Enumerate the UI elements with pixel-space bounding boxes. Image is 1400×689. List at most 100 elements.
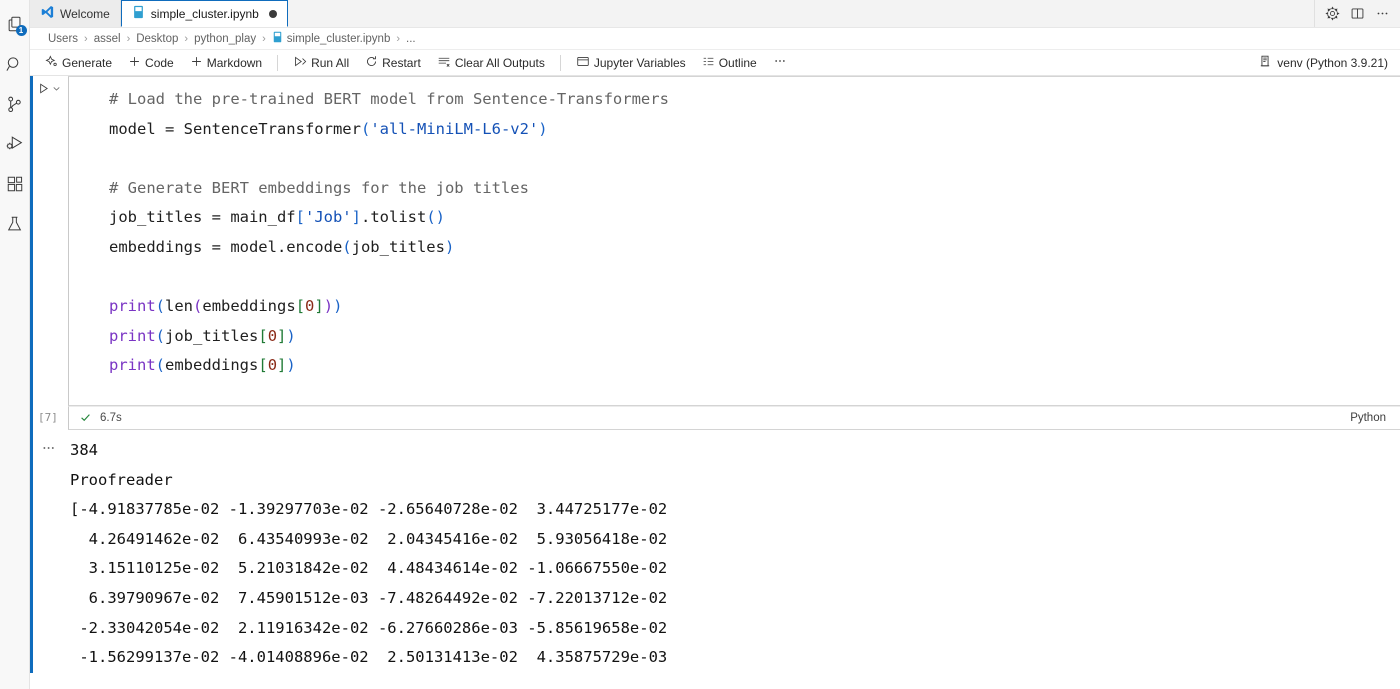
run-all-button[interactable]: Run All bbox=[286, 53, 356, 73]
generate-label: Generate bbox=[62, 55, 113, 70]
generate-button[interactable]: Generate bbox=[38, 53, 119, 73]
code-token: job_titles bbox=[165, 326, 259, 345]
breadcrumb-separator: › bbox=[126, 32, 131, 45]
sidebar-item-extensions[interactable] bbox=[0, 164, 30, 204]
markdown-label: Markdown bbox=[206, 55, 263, 70]
sidebar-item-explorer[interactable]: 1 bbox=[0, 4, 30, 44]
execution-count: [7] bbox=[38, 411, 58, 424]
clear-all-outputs-button[interactable]: Clear All Outputs bbox=[430, 53, 552, 73]
sidebar-item-source-control[interactable] bbox=[0, 84, 30, 124]
toolbar-more-button[interactable] bbox=[766, 52, 794, 73]
add-code-cell-button[interactable]: Code bbox=[121, 53, 181, 73]
cell-selected-indicator bbox=[30, 76, 33, 406]
toolbar-divider bbox=[277, 54, 279, 71]
notebook-toolbar: Generate Code Markdown Run All Restart C… bbox=[30, 50, 1400, 76]
breadcrumb-item-0[interactable]: Users bbox=[48, 33, 78, 45]
sidebar-item-run-and-debug[interactable] bbox=[0, 124, 30, 164]
jupyter-variables-button[interactable]: Jupyter Variables bbox=[569, 53, 693, 73]
outline-button[interactable]: Outline bbox=[695, 53, 764, 73]
execution-duration: 6.7s bbox=[100, 412, 122, 424]
code-token: ( bbox=[193, 297, 203, 316]
kernel-selector[interactable]: venv (Python 3.9.21) bbox=[1258, 54, 1400, 71]
code-token: ) bbox=[286, 326, 296, 345]
tab-bar: Welcome simple_cluster.ipynb bbox=[30, 0, 1400, 28]
kernel-icon bbox=[1258, 54, 1272, 71]
tab-welcome[interactable]: Welcome bbox=[30, 0, 121, 27]
cell-content: # Load the pre-trained BERT model from S… bbox=[68, 76, 1400, 406]
code-editor[interactable]: # Load the pre-trained BERT model from S… bbox=[68, 76, 1400, 406]
code-token: len bbox=[165, 297, 194, 316]
execution-count-gutter: [7] bbox=[30, 406, 68, 430]
breadcrumb-item-1[interactable]: assel bbox=[94, 33, 121, 45]
code-token: ] bbox=[277, 356, 287, 375]
sidebar-item-testing[interactable] bbox=[0, 204, 30, 244]
code-text[interactable]: # Load the pre-trained BERT model from S… bbox=[69, 85, 1400, 381]
code-token: [ bbox=[258, 326, 268, 345]
variables-table-icon bbox=[576, 55, 590, 71]
output-more-actions[interactable] bbox=[30, 436, 68, 673]
code-token: 'Job' bbox=[304, 208, 352, 227]
run-debug-icon bbox=[5, 134, 25, 154]
run-cell-button[interactable] bbox=[37, 82, 62, 95]
breadcrumb-separator: › bbox=[84, 32, 88, 45]
activity-bar: 1 bbox=[0, 0, 30, 689]
code-token: embeddings = model.encode bbox=[109, 237, 343, 256]
success-check-icon bbox=[79, 411, 92, 426]
code-token: embeddings bbox=[202, 297, 296, 316]
code-line: embeddings = model.encode(job_titles) bbox=[109, 233, 1400, 263]
code-line: print(len(embeddings[0])) bbox=[109, 292, 1400, 322]
outline-icon bbox=[702, 55, 715, 71]
gear-icon[interactable] bbox=[1325, 6, 1340, 21]
breadcrumb-item-3[interactable]: python_play bbox=[194, 33, 256, 45]
restart-label: Restart bbox=[382, 55, 421, 70]
code-token: ) bbox=[538, 119, 548, 138]
notebook-icon bbox=[272, 31, 283, 46]
clear-outputs-icon bbox=[437, 55, 451, 71]
code-token: ) bbox=[333, 297, 343, 316]
code-token: () bbox=[426, 208, 445, 227]
code-token: job_titles = main_df bbox=[109, 208, 296, 227]
code-token: ( bbox=[360, 119, 371, 138]
restart-kernel-button[interactable]: Restart bbox=[358, 53, 428, 73]
notebook-icon bbox=[132, 5, 145, 22]
code-line: print(job_titles[0]) bbox=[109, 322, 1400, 352]
breadcrumb-item-file[interactable]: simple_cluster.ipynb bbox=[272, 31, 390, 46]
source-control-icon bbox=[5, 95, 24, 114]
cell-language-selector[interactable]: Python bbox=[1350, 412, 1400, 424]
code-line: # Load the pre-trained BERT model from S… bbox=[109, 85, 1400, 115]
code-token: 0 bbox=[305, 297, 315, 316]
code-token: embeddings bbox=[165, 356, 259, 375]
unsaved-indicator[interactable] bbox=[268, 9, 277, 18]
tab-simple-cluster-ipynb[interactable]: simple_cluster.ipynb bbox=[120, 0, 288, 27]
search-icon bbox=[5, 55, 24, 74]
code-token: # Generate BERT embeddings for the job t… bbox=[109, 178, 529, 197]
code-token: .tolist bbox=[361, 208, 427, 227]
breadcrumb-separator: › bbox=[262, 32, 266, 45]
vscode-logo-icon bbox=[40, 5, 54, 22]
jupyter-variables-label: Jupyter Variables bbox=[593, 55, 686, 70]
cell-status-bar: 6.7s Python bbox=[68, 406, 1400, 430]
code-token: 0 bbox=[267, 326, 278, 345]
toolbar-divider bbox=[559, 54, 561, 71]
split-editor-icon[interactable] bbox=[1350, 6, 1365, 21]
code-line: job_titles = main_df['Job'].tolist() bbox=[109, 203, 1400, 233]
tab-bar-actions bbox=[1314, 0, 1400, 27]
ellipsis-icon[interactable] bbox=[1375, 6, 1390, 21]
plus-icon bbox=[190, 55, 203, 71]
sidebar-item-search[interactable] bbox=[0, 44, 30, 84]
breadcrumb-separator: › bbox=[396, 32, 401, 45]
code-token: ( bbox=[155, 297, 166, 316]
code-token: print bbox=[109, 297, 156, 316]
cell-gutter bbox=[30, 76, 68, 406]
code-token: model = SentenceTransformer bbox=[109, 119, 361, 138]
code-token: print bbox=[109, 326, 156, 345]
notebook-cell[interactable]: # Load the pre-trained BERT model from S… bbox=[30, 76, 1400, 406]
breadcrumb-item-2[interactable]: Desktop bbox=[136, 33, 178, 45]
play-icon bbox=[39, 83, 48, 94]
sparkle-icon bbox=[45, 54, 58, 71]
code-token: 'all-MiniLM-L6-v2' bbox=[370, 119, 539, 138]
breadcrumb-item-overflow[interactable]: ... bbox=[406, 33, 416, 45]
add-markdown-cell-button[interactable]: Markdown bbox=[183, 53, 269, 73]
